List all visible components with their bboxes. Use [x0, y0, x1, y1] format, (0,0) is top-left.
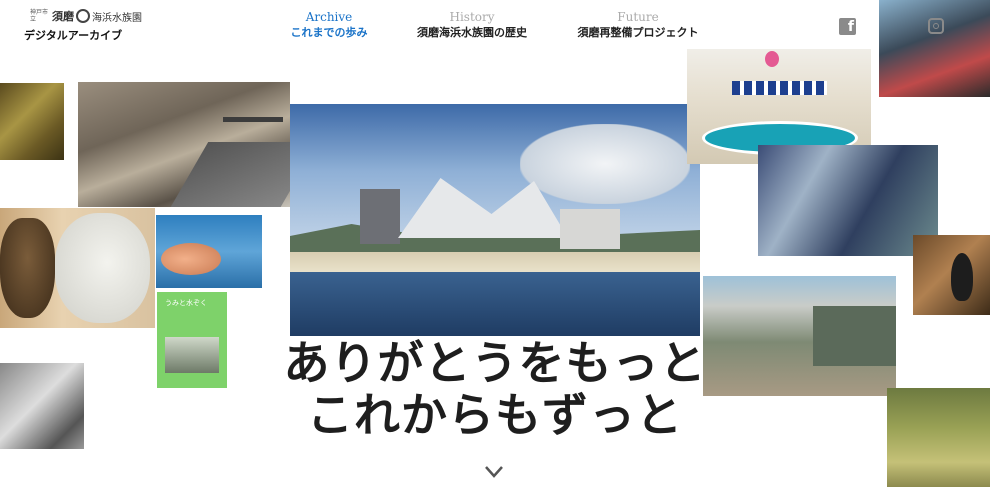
photo-outdoor-exhibit: [703, 276, 896, 396]
photo-crowd: [879, 0, 990, 97]
nav-future[interactable]: Future 須磨再整備プロジェクト: [574, 10, 702, 40]
photo-monochrome-animal: [0, 363, 84, 449]
logo-city-label: 神戸市立: [30, 9, 49, 23]
book-title: うみと水ぞく: [165, 299, 207, 307]
hero-headline: ありがとうをもっと これからもずっと: [260, 337, 730, 441]
photo-dolphin-figure: [765, 51, 779, 67]
photo-fish-body: [161, 243, 221, 275]
logo-name-suma: 須磨: [52, 10, 74, 23]
nav-archive[interactable]: Archive これまでの歩み: [286, 10, 372, 40]
headline-line-1: ありがとうをもっと: [283, 336, 707, 390]
photo-penguin-body: [951, 253, 973, 301]
nav-history[interactable]: History 須磨海浜水族園の歴史: [408, 10, 536, 40]
nav-archive-jp: これまでの歩み: [290, 26, 368, 39]
photo-lizard: [0, 83, 64, 160]
photo-banner: [732, 81, 827, 95]
instagram-icon[interactable]: [928, 18, 944, 34]
photo-earthquake-rubble: [78, 82, 290, 207]
hero-cloud: [520, 124, 690, 204]
photo-exhibit-building: [813, 306, 896, 366]
nav-history-jp: 須磨海浜水族園の歴史: [417, 26, 527, 39]
nav-future-jp: 須磨再整備プロジェクト: [577, 26, 699, 39]
hero-beach: [290, 252, 700, 272]
photo-fish: [156, 215, 262, 288]
photo-penguin: [913, 235, 990, 315]
photo-seals: [0, 208, 155, 328]
photo-children-touch-pool: [758, 145, 938, 256]
photo-book-cover: うみと水ぞく: [157, 292, 227, 388]
logo-name-aquarium: 海浜水族園: [92, 13, 142, 24]
hero-tower: [360, 189, 400, 244]
book-cover-image: [165, 337, 219, 373]
nav-future-en: Future: [617, 10, 659, 24]
logo-subtitle: デジタルアーカイブ: [24, 29, 123, 42]
nav-history-en: History: [449, 10, 495, 24]
hero-photo-aquarium: [290, 104, 700, 336]
facebook-icon[interactable]: f: [839, 18, 856, 35]
chevron-down-icon[interactable]: [484, 462, 504, 482]
site-logo[interactable]: 神戸市立 須磨 海浜水族園 デジタルアーカイブ: [24, 8, 144, 44]
photo-gate: [223, 117, 283, 152]
headline-line-2: これからもずっと: [307, 388, 683, 442]
nav-archive-en: Archive: [305, 10, 353, 24]
photo-seal-white: [55, 213, 150, 323]
hero-annex: [560, 209, 620, 249]
logo-mark-icon: [76, 9, 90, 23]
photo-fish-tank: [887, 388, 990, 487]
photo-seal-brown: [0, 218, 55, 318]
hero-sea: [290, 272, 700, 336]
